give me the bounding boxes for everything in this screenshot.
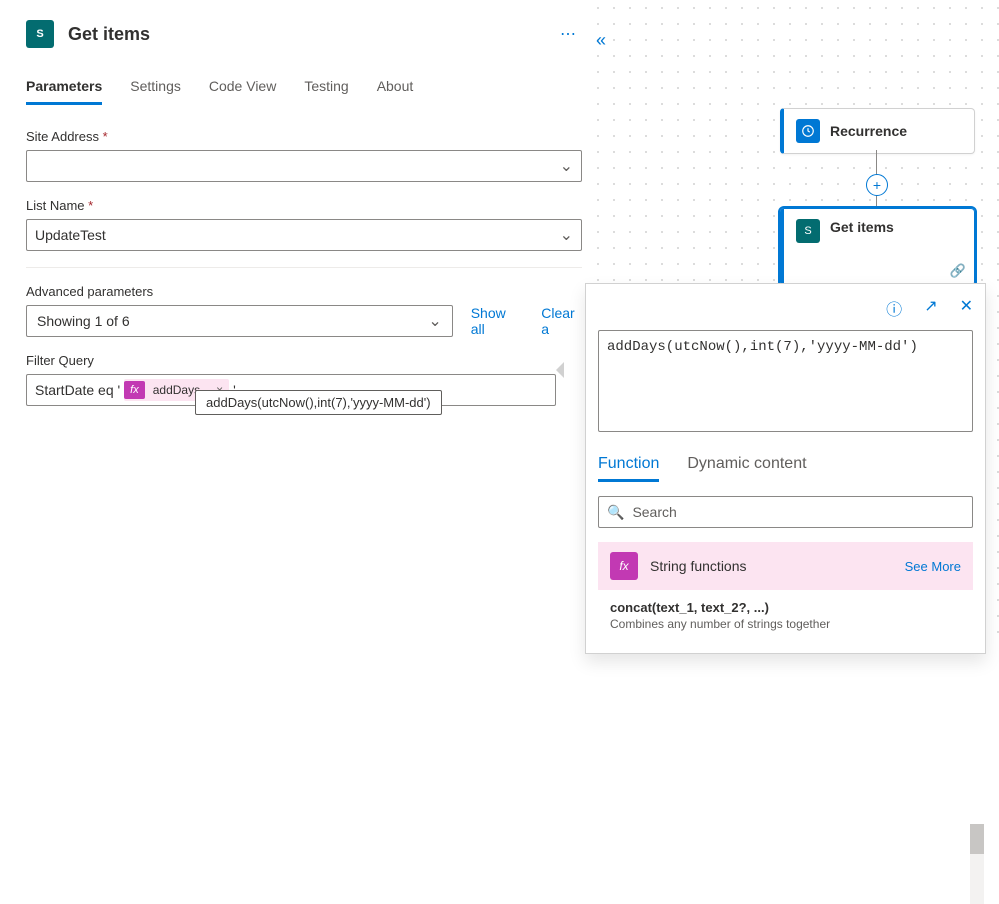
tab-code-view[interactable]: Code View — [209, 78, 276, 105]
expression-textarea[interactable] — [598, 330, 973, 432]
clear-all-link[interactable]: Clear a — [541, 305, 586, 337]
divider — [26, 267, 582, 268]
clock-icon — [796, 119, 820, 143]
panel-header: S Get items ⋯ — [26, 20, 586, 48]
tab-dynamic-content[interactable]: Dynamic content — [687, 455, 806, 482]
scrollbar[interactable] — [970, 824, 984, 904]
page-title: Get items — [68, 24, 560, 45]
advanced-parameters-select[interactable]: Showing 1 of 6 ⌄ — [26, 305, 453, 337]
sharepoint-icon: S — [26, 20, 54, 48]
tab-settings[interactable]: Settings — [130, 78, 181, 105]
chevron-down-icon: ⌄ — [560, 225, 573, 245]
function-search-input[interactable]: 🔍 Search — [598, 496, 973, 528]
link-icon: 🔗 — [950, 263, 966, 279]
tabs: Parameters Settings Code View Testing Ab… — [26, 78, 586, 105]
show-all-link[interactable]: Show all — [471, 305, 524, 337]
tab-parameters[interactable]: Parameters — [26, 78, 102, 105]
tab-testing[interactable]: Testing — [304, 78, 348, 105]
tab-function[interactable]: Function — [598, 455, 659, 482]
expand-icon[interactable]: ↗ — [924, 296, 937, 320]
fx-icon: fx — [610, 552, 638, 580]
expression-tooltip: addDays(utcNow(),int(7),'yyyy-MM-dd') — [195, 390, 442, 415]
sharepoint-icon: S — [796, 219, 820, 243]
add-step-button[interactable]: + — [866, 174, 888, 196]
scrollbar-thumb[interactable] — [970, 824, 984, 854]
chevron-down-icon: ⌄ — [560, 156, 573, 176]
site-address-label: Site Address * — [26, 129, 586, 144]
popup-caret — [556, 362, 564, 378]
see-more-link[interactable]: See More — [905, 559, 961, 574]
info-icon[interactable]: ⓘ — [886, 296, 902, 320]
get-items-node[interactable]: S Get items 🔗 — [780, 208, 975, 286]
string-functions-category[interactable]: fx String functions See More — [598, 542, 973, 590]
chevron-down-icon: ⌄ — [428, 311, 441, 331]
recurrence-node[interactable]: Recurrence — [780, 108, 975, 154]
list-name-label: List Name * — [26, 198, 586, 213]
site-address-select[interactable]: ⌄ — [26, 150, 582, 182]
tab-about[interactable]: About — [377, 78, 414, 105]
close-icon[interactable]: ✕ — [960, 296, 973, 320]
function-item-concat[interactable]: concat(text_1, text_2?, ...) Combines an… — [598, 590, 973, 641]
filter-query-label: Filter Query — [26, 353, 586, 368]
search-icon: 🔍 — [607, 504, 624, 521]
action-config-panel: S Get items ⋯ Parameters Settings Code V… — [0, 0, 586, 636]
list-name-select[interactable]: UpdateTest ⌄ — [26, 219, 582, 251]
expression-editor-panel: ⓘ ↗ ✕ Function Dynamic content 🔍 Search … — [585, 283, 986, 654]
collapse-panel-icon[interactable]: « — [596, 30, 606, 51]
more-icon[interactable]: ⋯ — [560, 24, 576, 44]
fx-icon: fx — [124, 381, 145, 399]
advanced-parameters-label: Advanced parameters — [26, 284, 586, 299]
